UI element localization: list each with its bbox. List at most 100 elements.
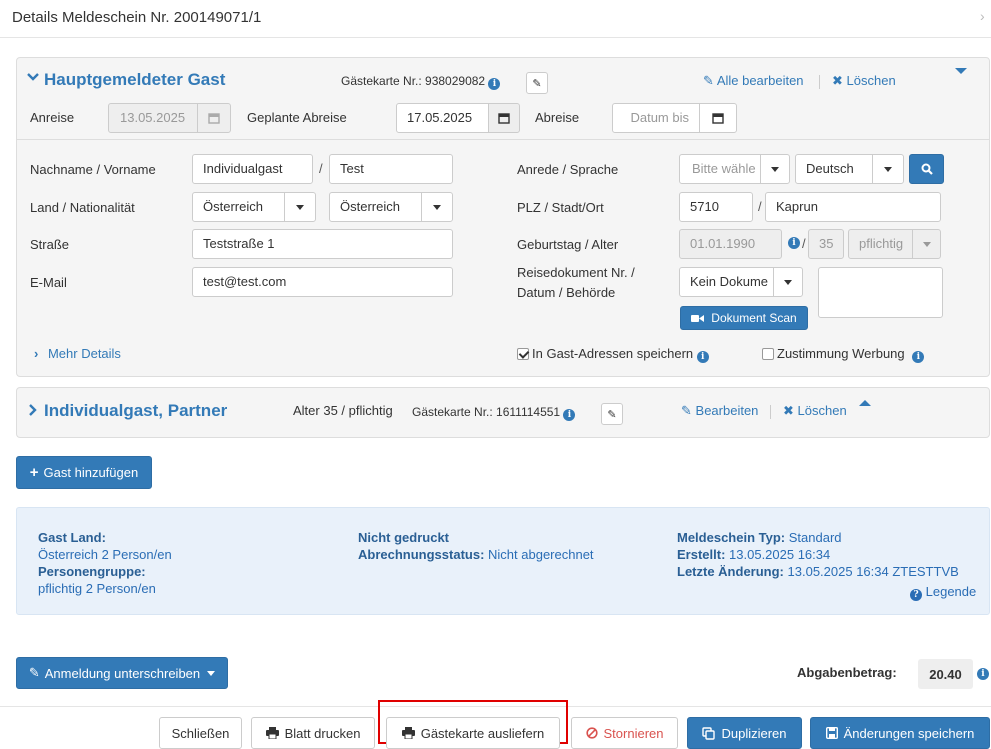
- last-name-input[interactable]: Individualgast: [192, 154, 313, 184]
- checkbox-unchecked[interactable]: [762, 348, 774, 360]
- info-icon[interactable]: i: [563, 409, 576, 421]
- city-input[interactable]: Kaprun: [765, 192, 941, 222]
- arrival-input: 13.05.2025: [108, 103, 198, 133]
- guest-country-label: Gast Land:: [38, 530, 106, 545]
- country-dropdown-button[interactable]: [284, 192, 316, 222]
- partner-edit-link[interactable]: ✎ Bearbeiten: [681, 403, 758, 419]
- partner-heading[interactable]: Individualgast, Partner: [44, 401, 227, 421]
- pencil-icon: ✎: [681, 403, 692, 418]
- age-category-select: pflichtig: [848, 229, 913, 259]
- close-icon: ✖: [832, 73, 843, 88]
- more-details-link[interactable]: › Mehr Details: [34, 346, 121, 361]
- partner-delete-label: Löschen: [797, 403, 847, 418]
- country-label: Land / Nationalität: [30, 200, 135, 215]
- save-changes-button[interactable]: Änderungen speichern: [810, 717, 990, 749]
- floppy-icon: [825, 727, 838, 739]
- guest-country-value: Österreich 2 Person/en: [38, 547, 172, 562]
- partner-guest-card-text: Gästekarte Nr.: 1611114551: [412, 405, 561, 419]
- fee-value-box: 20.40: [918, 659, 973, 689]
- nationality-dropdown-button[interactable]: [421, 192, 453, 222]
- salutation-select[interactable]: Bitte wähle: [679, 154, 761, 184]
- departure-input[interactable]: Datum bis: [612, 103, 700, 133]
- main-guest-heading[interactable]: Hauptgemeldeter Gast: [44, 70, 225, 90]
- more-details-label: Mehr Details: [47, 346, 121, 361]
- question-icon: ?: [910, 589, 922, 601]
- link-divider: [770, 405, 771, 419]
- info-icon[interactable]: i: [912, 351, 925, 363]
- info-icon[interactable]: i: [696, 351, 709, 363]
- salutation-label: Anrede / Sprache: [517, 162, 619, 177]
- add-guest-button[interactable]: + Gast hinzufügen: [16, 456, 152, 489]
- guest-card-label: Gästekarte Nr.: 938029082 i: [341, 74, 501, 90]
- legend-label: Legende: [925, 584, 977, 599]
- country-select[interactable]: Österreich: [192, 192, 285, 222]
- chevron-down-icon: [884, 166, 892, 172]
- language-select[interactable]: Deutsch: [795, 154, 873, 184]
- sign-registration-button[interactable]: ✎ Anmeldung unterschreiben: [16, 657, 228, 689]
- doc-type-select[interactable]: Kein Dokume: [679, 267, 774, 297]
- expand-chevron-icon[interactable]: [26, 403, 40, 417]
- cancel-registration-button[interactable]: Stornieren: [571, 717, 678, 749]
- planned-departure-input[interactable]: 17.05.2025: [396, 103, 489, 133]
- save-address-checkbox[interactable]: In Gast-Adressen speichern i: [517, 346, 709, 363]
- chevron-down-icon: [922, 241, 931, 247]
- doc-details-textarea[interactable]: [818, 267, 943, 318]
- edit-partner-card-button[interactable]: ✎: [601, 403, 623, 425]
- info-icon[interactable]: i: [977, 668, 989, 680]
- duplicate-button[interactable]: Duplizieren: [687, 717, 802, 749]
- chevron-down-icon: [784, 279, 792, 285]
- ban-icon: [585, 727, 598, 739]
- search-icon: [921, 163, 933, 175]
- birthday-label: Geburtstag / Alter: [517, 237, 619, 252]
- search-button[interactable]: [909, 154, 944, 184]
- group-label: Personengruppe:: [38, 564, 146, 579]
- age-input: 35: [808, 229, 844, 259]
- billing-label: Abrechnungsstatus:: [358, 547, 485, 562]
- guest-card-text: Gästekarte Nr.: 938029082: [341, 74, 486, 88]
- edit-all-link[interactable]: ✎ Alle bearbeiten: [703, 73, 804, 89]
- doc-type-dropdown-button[interactable]: [773, 267, 803, 297]
- email-label: E-Mail: [30, 275, 67, 290]
- chevron-down-icon: [433, 204, 441, 210]
- doc-scan-button[interactable]: Dokument Scan: [680, 306, 808, 330]
- departure-calendar-icon[interactable]: [699, 103, 737, 133]
- planned-departure-label: Geplante Abreise: [247, 110, 347, 125]
- close-button[interactable]: Schließen: [159, 717, 242, 749]
- print-sheet-button[interactable]: Blatt drucken: [251, 717, 375, 749]
- collapse-triangle-icon[interactable]: [955, 68, 967, 74]
- zip-input[interactable]: 5710: [679, 192, 753, 222]
- partner-delete-link[interactable]: ✖ Löschen: [783, 403, 847, 419]
- chevron-right-icon: ›: [34, 346, 39, 361]
- expand-triangle-icon[interactable]: [859, 400, 871, 406]
- summary-middle: Nicht gedruckt Abrechnungsstatus: Nicht …: [358, 529, 594, 563]
- page-title: Details Meldeschein Nr. 200149071/1: [12, 9, 262, 26]
- edit-guest-card-button[interactable]: ✎: [526, 72, 548, 94]
- planned-departure-calendar-icon[interactable]: [488, 103, 520, 133]
- language-dropdown-button[interactable]: [872, 154, 904, 184]
- collapse-chevron-icon[interactable]: [26, 70, 40, 84]
- chevron-down-icon: [771, 166, 779, 172]
- email-input[interactable]: test@test.com: [192, 267, 453, 297]
- name-separator: /: [319, 161, 323, 176]
- billing-value: Nicht abgerechnet: [488, 547, 594, 562]
- doc-label-2: Datum / Behörde: [517, 285, 616, 300]
- partner-guest-card: Gästekarte Nr.: 1611114551 i: [412, 405, 576, 421]
- info-icon[interactable]: i: [488, 78, 501, 90]
- checkbox-checked[interactable]: [517, 348, 529, 360]
- salutation-dropdown-button[interactable]: [760, 154, 790, 184]
- chevron-right-icon[interactable]: ›: [980, 8, 985, 24]
- delete-main-link[interactable]: ✖ Löschen: [832, 73, 896, 89]
- zip-label: PLZ / Stadt/Ort: [517, 200, 604, 215]
- first-name-input[interactable]: Test: [329, 154, 453, 184]
- legend-link[interactable]: ? Legende: [910, 584, 976, 601]
- nationality-select[interactable]: Österreich: [329, 192, 422, 222]
- summary-left: Gast Land: Österreich 2 Person/en Person…: [38, 529, 172, 597]
- street-input[interactable]: Teststraße 1: [192, 229, 453, 259]
- delete-main-label: Löschen: [846, 73, 896, 88]
- printer-icon: [265, 727, 279, 739]
- advertising-checkbox[interactable]: Zustimmung Werbung i: [762, 346, 925, 363]
- partner-age-info: Alter 35 / pflichtig: [293, 403, 393, 418]
- info-icon[interactable]: i: [788, 237, 800, 249]
- deliver-guest-card-button[interactable]: Gästekarte ausliefern: [386, 717, 560, 749]
- section-divider: [17, 139, 989, 140]
